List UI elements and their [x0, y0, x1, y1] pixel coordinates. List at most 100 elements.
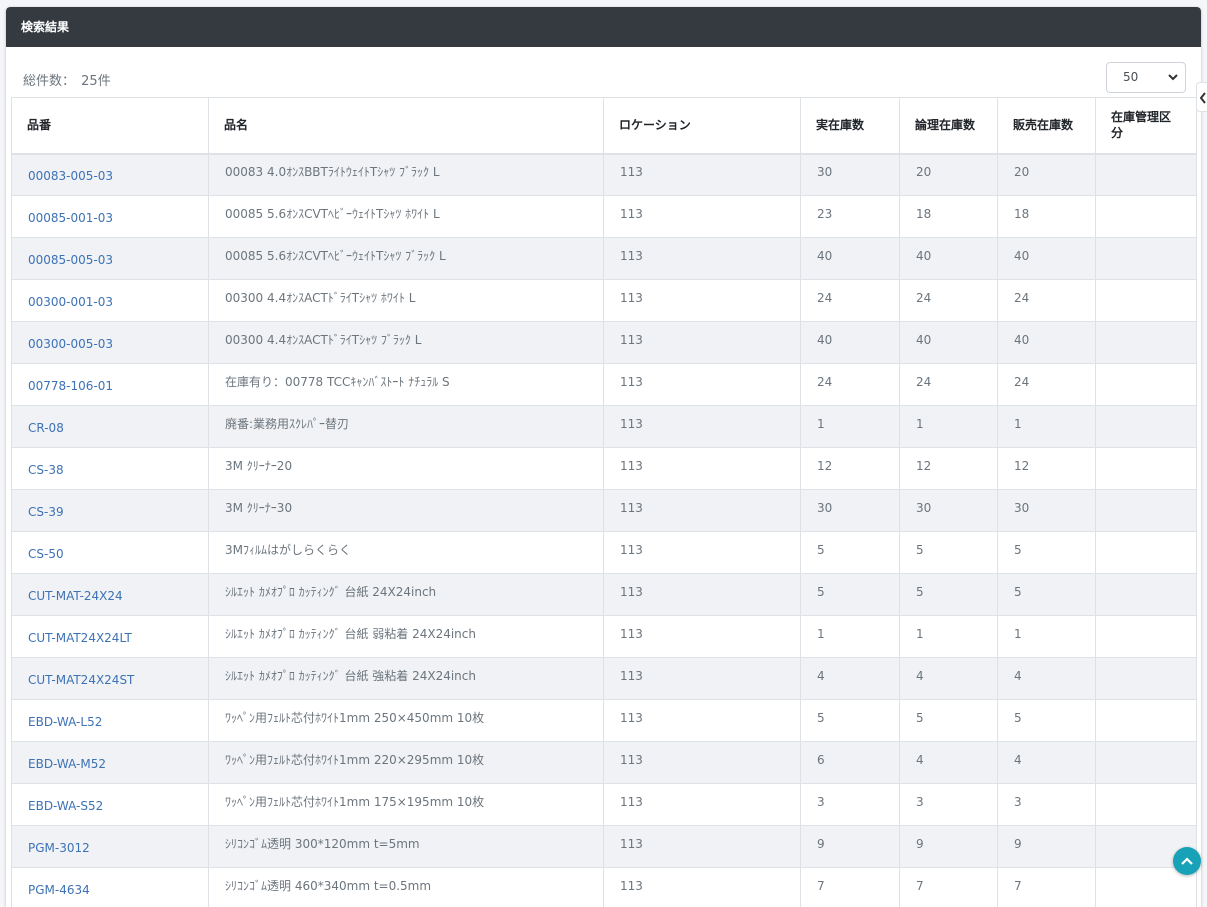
item-location-cell: 113 — [604, 196, 801, 238]
item-code-link-cell: 00300-005-03 — [12, 322, 209, 364]
item-stock-management-cell — [1096, 784, 1197, 826]
item-name-cell: ﾜｯﾍﾟﾝ用ﾌｪﾙﾄ芯付ﾎﾜｲﾄ1mm 175×195mm 10枚 — [209, 784, 604, 826]
item-code-link[interactable]: 00083-005-03 — [28, 169, 113, 183]
item-actual-stock-cell: 24 — [801, 364, 900, 406]
item-stock-management-cell — [1096, 658, 1197, 700]
side-panel-tab[interactable] — [1196, 82, 1207, 112]
item-code-link[interactable]: 00085-005-03 — [28, 253, 113, 267]
item-logical-stock-cell: 30 — [900, 490, 998, 532]
item-code-link-cell: EBD-WA-S52 — [12, 784, 209, 826]
item-sales-stock-cell: 12 — [998, 448, 1096, 490]
table-row: CS-383M ｸﾘｰﾅｰ20113121212 — [12, 448, 1197, 490]
item-sales-stock-cell: 30 — [998, 490, 1096, 532]
item-sales-stock-cell: 20 — [998, 154, 1096, 196]
column-header-actual-stock[interactable]: 実在庫数 — [801, 98, 900, 154]
item-sales-stock-cell: 7 — [998, 868, 1096, 907]
chevron-down-icon — [1168, 74, 1178, 81]
item-code-link-cell: 00300-001-03 — [12, 280, 209, 322]
item-code-link[interactable]: 00085-001-03 — [28, 211, 113, 225]
item-actual-stock-cell: 5 — [801, 532, 900, 574]
item-code-link-cell: CS-38 — [12, 448, 209, 490]
item-code-link[interactable]: CR-08 — [28, 421, 64, 435]
item-name-cell: 00300 4.4ｵﾝｽACTﾄﾞﾗｲTｼｬﾂ ﾌﾞﾗｯｸ L — [209, 322, 604, 364]
item-code-link[interactable]: CUT-MAT24X24LT — [28, 631, 132, 645]
page-size-value: 50 — [1123, 70, 1138, 84]
item-code-link[interactable]: CUT-MAT24X24ST — [28, 673, 134, 687]
item-name-cell: ﾜｯﾍﾟﾝ用ﾌｪﾙﾄ芯付ﾎﾜｲﾄ1mm 250×450mm 10枚 — [209, 700, 604, 742]
item-code-link[interactable]: CS-50 — [28, 547, 64, 561]
item-stock-management-cell — [1096, 490, 1197, 532]
item-name-cell: ｼﾘｺﾝｺﾞﾑ透明 300*120mm t=5mm — [209, 826, 604, 868]
column-header-code[interactable]: 品番 — [12, 98, 209, 154]
item-actual-stock-cell: 1 — [801, 616, 900, 658]
item-sales-stock-cell: 9 — [998, 826, 1096, 868]
column-header-name[interactable]: 品名 — [209, 98, 604, 154]
item-code-link[interactable]: PGM-3012 — [28, 841, 90, 855]
item-name-cell: 00083 4.0ｵﾝｽBBTﾗｲﾄｳｪｲﾄTｼｬﾂ ﾌﾞﾗｯｸ L — [209, 154, 604, 196]
item-sales-stock-cell: 5 — [998, 532, 1096, 574]
item-location-cell: 113 — [604, 406, 801, 448]
item-code-link-cell: CR-08 — [12, 406, 209, 448]
item-code-link[interactable]: 00300-005-03 — [28, 337, 113, 351]
item-sales-stock-cell: 5 — [998, 700, 1096, 742]
item-actual-stock-cell: 12 — [801, 448, 900, 490]
back-to-top-button[interactable] — [1173, 847, 1201, 875]
column-header-sales-stock[interactable]: 販売在庫数 — [998, 98, 1096, 154]
item-code-link-cell: EBD-WA-L52 — [12, 700, 209, 742]
item-location-cell: 113 — [604, 868, 801, 907]
item-name-cell: ｼﾙｴｯﾄ ｶﾒｵﾌﾟﾛ ｶｯﾃｨﾝｸﾞ 台紙 24X24inch — [209, 574, 604, 616]
item-code-link[interactable]: CUT-MAT-24X24 — [28, 589, 123, 603]
item-actual-stock-cell: 1 — [801, 406, 900, 448]
total-count: 総件数： 25件 — [21, 70, 111, 89]
item-logical-stock-cell: 4 — [900, 658, 998, 700]
item-actual-stock-cell: 30 — [801, 154, 900, 196]
item-sales-stock-cell: 40 — [998, 238, 1096, 280]
item-logical-stock-cell: 9 — [900, 826, 998, 868]
item-code-link[interactable]: CS-38 — [28, 463, 64, 477]
column-header-stock-management[interactable]: 在庫管理区分 — [1096, 98, 1197, 154]
item-code-link[interactable]: EBD-WA-S52 — [28, 799, 103, 813]
item-sales-stock-cell: 1 — [998, 406, 1096, 448]
item-location-cell: 113 — [604, 784, 801, 826]
item-stock-management-cell — [1096, 742, 1197, 784]
item-location-cell: 113 — [604, 826, 801, 868]
item-location-cell: 113 — [604, 448, 801, 490]
item-location-cell: 113 — [604, 280, 801, 322]
item-actual-stock-cell: 5 — [801, 574, 900, 616]
item-sales-stock-cell: 4 — [998, 658, 1096, 700]
table-row: 00778-106-01在庫有り：00778 TCCｷｬﾝﾊﾞｽﾄｰﾄ ﾅﾁｭﾗ… — [12, 364, 1197, 406]
column-header-logical-stock[interactable]: 論理在庫数 — [900, 98, 998, 154]
item-code-link-cell: PGM-3012 — [12, 826, 209, 868]
item-logical-stock-cell: 1 — [900, 616, 998, 658]
item-logical-stock-cell: 7 — [900, 868, 998, 907]
item-actual-stock-cell: 23 — [801, 196, 900, 238]
item-stock-management-cell — [1096, 406, 1197, 448]
item-stock-management-cell — [1096, 364, 1197, 406]
table-row: CS-503Mﾌｨﾙﾑはがしらくらく113555 — [12, 532, 1197, 574]
page-size-select[interactable]: 50 — [1106, 62, 1186, 93]
item-logical-stock-cell: 5 — [900, 574, 998, 616]
item-code-link[interactable]: PGM-4634 — [28, 883, 90, 897]
table-header-row: 品番 品名 ロケーション 実在庫数 論理在庫数 販売在庫数 在庫管理区分 — [12, 98, 1197, 154]
item-code-link-cell: CUT-MAT24X24LT — [12, 616, 209, 658]
item-code-link[interactable]: 00300-001-03 — [28, 295, 113, 309]
column-header-location[interactable]: ロケーション — [604, 98, 801, 154]
table-row: EBD-WA-S52 ﾜｯﾍﾟﾝ用ﾌｪﾙﾄ芯付ﾎﾜｲﾄ1mm 175×195mm … — [12, 784, 1197, 826]
item-code-link[interactable]: EBD-WA-L52 — [28, 715, 102, 729]
item-logical-stock-cell: 24 — [900, 364, 998, 406]
table-row: CR-08廃番:業務用ｽｸﾚﾊﾟｰ替刃113111 — [12, 406, 1197, 448]
item-location-cell: 113 — [604, 574, 801, 616]
item-code-link[interactable]: EBD-WA-M52 — [28, 757, 106, 771]
item-location-cell: 113 — [604, 616, 801, 658]
item-code-link-cell: CS-39 — [12, 490, 209, 532]
item-sales-stock-cell: 1 — [998, 616, 1096, 658]
item-actual-stock-cell: 6 — [801, 742, 900, 784]
table-row: 00083-005-03 00083 4.0ｵﾝｽBBTﾗｲﾄｳｪｲﾄTｼｬﾂ ﾌ… — [12, 154, 1197, 196]
item-sales-stock-cell: 3 — [998, 784, 1096, 826]
item-code-link[interactable]: 00778-106-01 — [28, 379, 113, 393]
item-name-cell: 00085 5.6ｵﾝｽCVTﾍﾋﾞｰｳｪｲﾄTｼｬﾂ ﾌﾞﾗｯｸ L — [209, 238, 604, 280]
item-code-link-cell: 00083-005-03 — [12, 154, 209, 196]
item-logical-stock-cell: 20 — [900, 154, 998, 196]
item-code-link[interactable]: CS-39 — [28, 505, 64, 519]
item-name-cell: 00300 4.4ｵﾝｽACTﾄﾞﾗｲTｼｬﾂ ﾎﾜｲﾄ L — [209, 280, 604, 322]
